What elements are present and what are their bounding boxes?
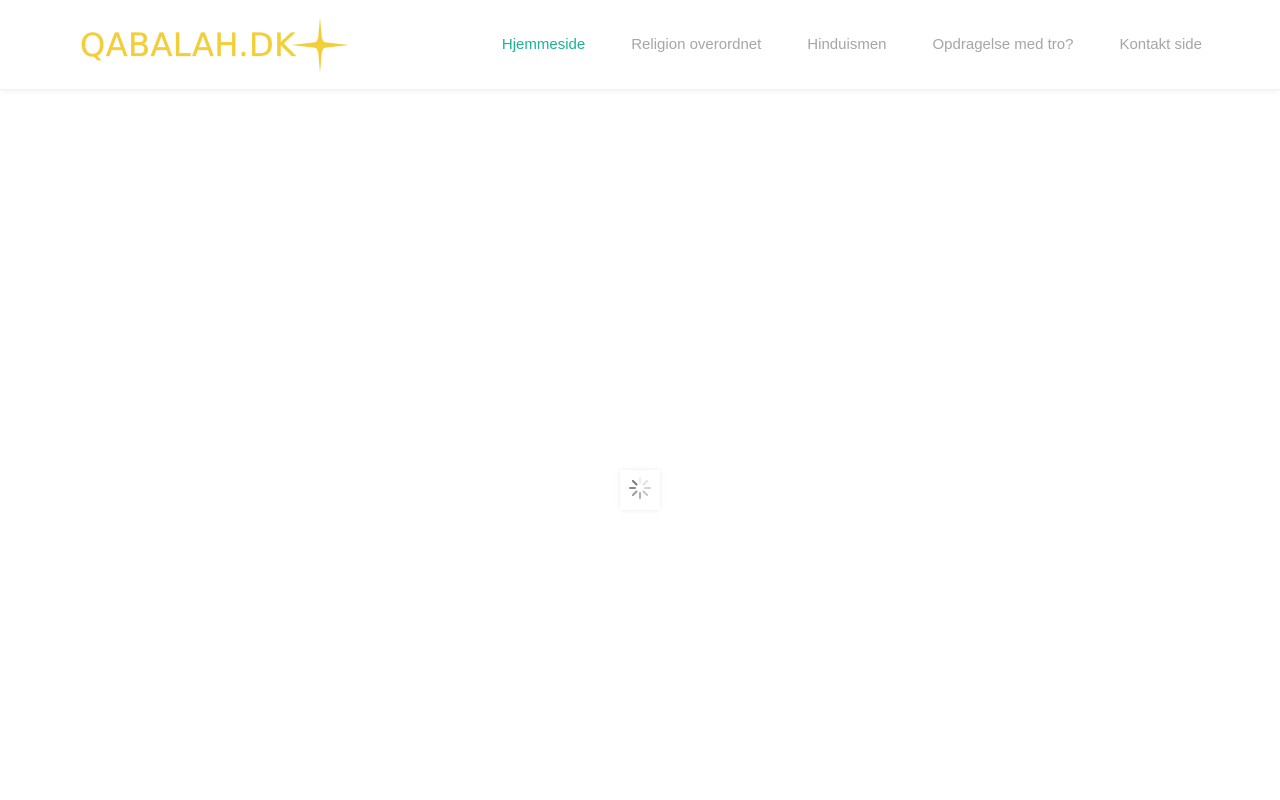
nav-item-opdragelse-med-tro[interactable]: Opdragelse med tro? bbox=[933, 36, 1074, 53]
logo-text: QABALAH.DK bbox=[80, 26, 296, 64]
site-logo[interactable]: QABALAH.DK bbox=[80, 16, 350, 74]
star-icon bbox=[290, 16, 350, 74]
site-header: QABALAH.DK Hjemmeside Religion overordne… bbox=[0, 0, 1280, 90]
nav-item-religion-overordnet[interactable]: Religion overordnet bbox=[631, 36, 761, 53]
main-nav: Hjemmeside Religion overordnet Hinduisme… bbox=[456, 0, 1202, 89]
loading-spinner-icon bbox=[628, 476, 652, 505]
nav-item-hjemmeside[interactable]: Hjemmeside bbox=[502, 36, 585, 53]
nav-item-kontakt-side[interactable]: Kontakt side bbox=[1119, 36, 1202, 53]
page-loader bbox=[620, 470, 660, 510]
nav-item-hinduismen[interactable]: Hinduismen bbox=[807, 36, 886, 53]
